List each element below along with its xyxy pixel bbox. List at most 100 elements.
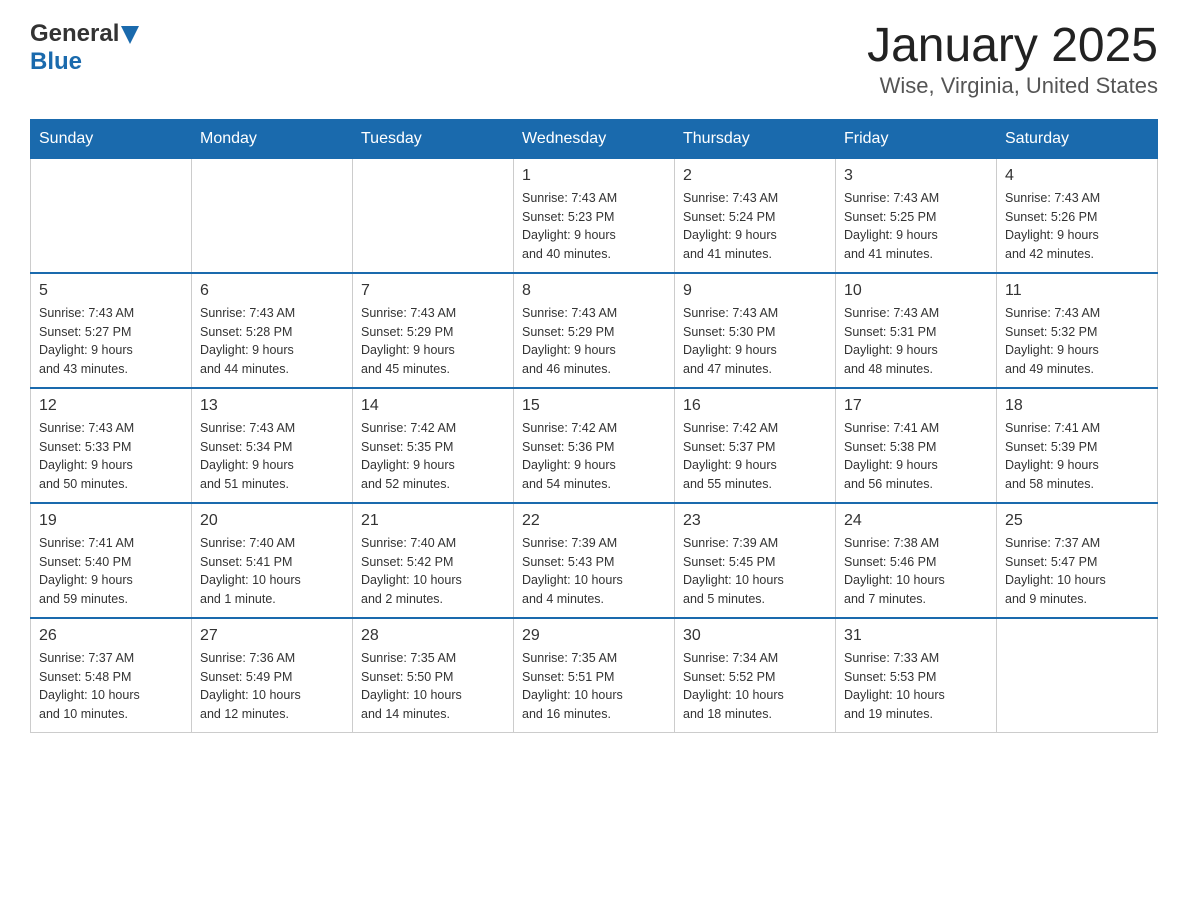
day-of-week-header: Tuesday bbox=[353, 119, 514, 158]
day-info: Sunrise: 7:39 AMSunset: 5:43 PMDaylight:… bbox=[522, 534, 666, 609]
calendar-header-row: SundayMondayTuesdayWednesdayThursdayFrid… bbox=[31, 119, 1158, 158]
day-info: Sunrise: 7:43 AMSunset: 5:32 PMDaylight:… bbox=[1005, 304, 1149, 379]
day-number: 7 bbox=[361, 282, 505, 300]
day-number: 28 bbox=[361, 627, 505, 645]
day-number: 12 bbox=[39, 397, 183, 415]
calendar-cell: 6Sunrise: 7:43 AMSunset: 5:28 PMDaylight… bbox=[192, 273, 353, 388]
calendar-cell: 12 Sunrise: 7:43 AMSunset: 5:33 PMDayligh… bbox=[31, 388, 192, 503]
day-info: Sunrise: 7:37 AMSunset: 5:48 PMDaylight:… bbox=[39, 649, 183, 724]
calendar-cell: 8Sunrise: 7:43 AMSunset: 5:29 PMDaylight… bbox=[514, 273, 675, 388]
day-number: 13 bbox=[200, 397, 344, 415]
calendar-cell: 16 Sunrise: 7:42 AMSunset: 5:37 PMDayligh… bbox=[675, 388, 836, 503]
calendar-cell: 28 Sunrise: 7:35 AMSunset: 5:50 PMDayligh… bbox=[353, 618, 514, 733]
day-of-week-header: Sunday bbox=[31, 119, 192, 158]
calendar-cell bbox=[353, 158, 514, 273]
calendar-cell: 21 Sunrise: 7:40 AMSunset: 5:42 PMDayligh… bbox=[353, 503, 514, 618]
calendar-cell: 1 Sunrise: 7:43 AMSunset: 5:23 PMDaylight… bbox=[514, 158, 675, 273]
calendar-cell bbox=[997, 618, 1158, 733]
day-number: 20 bbox=[200, 512, 344, 530]
calendar-cell: 19 Sunrise: 7:41 AMSunset: 5:40 PMDayligh… bbox=[31, 503, 192, 618]
calendar-week-row: 12 Sunrise: 7:43 AMSunset: 5:33 PMDayligh… bbox=[31, 388, 1158, 503]
calendar-cell bbox=[31, 158, 192, 273]
day-number: 16 bbox=[683, 397, 827, 415]
day-of-week-header: Thursday bbox=[675, 119, 836, 158]
day-of-week-header: Monday bbox=[192, 119, 353, 158]
day-number: 17 bbox=[844, 397, 988, 415]
calendar-week-row: 26Sunrise: 7:37 AMSunset: 5:48 PMDayligh… bbox=[31, 618, 1158, 733]
day-info: Sunrise: 7:43 AMSunset: 5:25 PMDaylight:… bbox=[844, 189, 988, 264]
day-info: Sunrise: 7:41 AMSunset: 5:40 PMDaylight:… bbox=[39, 534, 183, 609]
logo: General Blue bbox=[30, 20, 139, 76]
day-info: Sunrise: 7:43 AMSunset: 5:33 PMDaylight:… bbox=[39, 419, 183, 494]
calendar-week-row: 5Sunrise: 7:43 AMSunset: 5:27 PMDaylight… bbox=[31, 273, 1158, 388]
day-number: 4 bbox=[1005, 167, 1149, 185]
day-info: Sunrise: 7:35 AMSunset: 5:51 PMDaylight:… bbox=[522, 649, 666, 724]
day-number: 10 bbox=[844, 282, 988, 300]
day-number: 21 bbox=[361, 512, 505, 530]
calendar-cell: 26Sunrise: 7:37 AMSunset: 5:48 PMDayligh… bbox=[31, 618, 192, 733]
day-number: 27 bbox=[200, 627, 344, 645]
location-title: Wise, Virginia, United States bbox=[867, 73, 1158, 99]
day-number: 11 bbox=[1005, 282, 1149, 300]
calendar-cell: 29 Sunrise: 7:35 AMSunset: 5:51 PMDayligh… bbox=[514, 618, 675, 733]
day-number: 24 bbox=[844, 512, 988, 530]
calendar-cell: 24 Sunrise: 7:38 AMSunset: 5:46 PMDayligh… bbox=[836, 503, 997, 618]
day-info: Sunrise: 7:43 AMSunset: 5:28 PMDaylight:… bbox=[200, 304, 344, 379]
calendar-cell: 4 Sunrise: 7:43 AMSunset: 5:26 PMDaylight… bbox=[997, 158, 1158, 273]
calendar-cell: 25 Sunrise: 7:37 AMSunset: 5:47 PMDayligh… bbox=[997, 503, 1158, 618]
calendar-cell: 7 Sunrise: 7:43 AMSunset: 5:29 PMDaylight… bbox=[353, 273, 514, 388]
day-number: 19 bbox=[39, 512, 183, 530]
calendar-cell: 13 Sunrise: 7:43 AMSunset: 5:34 PMDayligh… bbox=[192, 388, 353, 503]
day-number: 23 bbox=[683, 512, 827, 530]
logo-blue-text: Blue bbox=[30, 48, 82, 75]
logo-general-text: General bbox=[30, 20, 119, 48]
day-info: Sunrise: 7:40 AMSunset: 5:42 PMDaylight:… bbox=[361, 534, 505, 609]
calendar-cell: 17 Sunrise: 7:41 AMSunset: 5:38 PMDayligh… bbox=[836, 388, 997, 503]
day-info: Sunrise: 7:42 AMSunset: 5:35 PMDaylight:… bbox=[361, 419, 505, 494]
day-of-week-header: Friday bbox=[836, 119, 997, 158]
day-number: 2 bbox=[683, 167, 827, 185]
calendar-cell: 23 Sunrise: 7:39 AMSunset: 5:45 PMDayligh… bbox=[675, 503, 836, 618]
day-info: Sunrise: 7:43 AMSunset: 5:29 PMDaylight:… bbox=[361, 304, 505, 379]
day-info: Sunrise: 7:42 AMSunset: 5:36 PMDaylight:… bbox=[522, 419, 666, 494]
day-info: Sunrise: 7:37 AMSunset: 5:47 PMDaylight:… bbox=[1005, 534, 1149, 609]
calendar-cell: 31 Sunrise: 7:33 AMSunset: 5:53 PMDayligh… bbox=[836, 618, 997, 733]
day-info: Sunrise: 7:43 AMSunset: 5:31 PMDaylight:… bbox=[844, 304, 988, 379]
day-info: Sunrise: 7:43 AMSunset: 5:27 PMDaylight:… bbox=[39, 304, 183, 379]
day-number: 25 bbox=[1005, 512, 1149, 530]
calendar-week-row: 1 Sunrise: 7:43 AMSunset: 5:23 PMDaylight… bbox=[31, 158, 1158, 273]
calendar-cell: 22 Sunrise: 7:39 AMSunset: 5:43 PMDayligh… bbox=[514, 503, 675, 618]
day-number: 30 bbox=[683, 627, 827, 645]
day-number: 31 bbox=[844, 627, 988, 645]
page-header: General Blue January 2025 Wise, Virginia… bbox=[30, 20, 1158, 99]
calendar-cell: 9 Sunrise: 7:43 AMSunset: 5:30 PMDaylight… bbox=[675, 273, 836, 388]
calendar-cell bbox=[192, 158, 353, 273]
calendar-cell: 18Sunrise: 7:41 AMSunset: 5:39 PMDayligh… bbox=[997, 388, 1158, 503]
day-of-week-header: Wednesday bbox=[514, 119, 675, 158]
calendar-cell: 14 Sunrise: 7:42 AMSunset: 5:35 PMDayligh… bbox=[353, 388, 514, 503]
day-number: 22 bbox=[522, 512, 666, 530]
day-number: 14 bbox=[361, 397, 505, 415]
day-info: Sunrise: 7:35 AMSunset: 5:50 PMDaylight:… bbox=[361, 649, 505, 724]
day-info: Sunrise: 7:39 AMSunset: 5:45 PMDaylight:… bbox=[683, 534, 827, 609]
title-area: January 2025 Wise, Virginia, United Stat… bbox=[867, 20, 1158, 99]
day-info: Sunrise: 7:43 AMSunset: 5:24 PMDaylight:… bbox=[683, 189, 827, 264]
day-info: Sunrise: 7:43 AMSunset: 5:30 PMDaylight:… bbox=[683, 304, 827, 379]
day-number: 3 bbox=[844, 167, 988, 185]
calendar-cell: 27Sunrise: 7:36 AMSunset: 5:49 PMDayligh… bbox=[192, 618, 353, 733]
calendar-cell: 2 Sunrise: 7:43 AMSunset: 5:24 PMDaylight… bbox=[675, 158, 836, 273]
day-number: 9 bbox=[683, 282, 827, 300]
calendar-cell: 5Sunrise: 7:43 AMSunset: 5:27 PMDaylight… bbox=[31, 273, 192, 388]
calendar-week-row: 19 Sunrise: 7:41 AMSunset: 5:40 PMDayligh… bbox=[31, 503, 1158, 618]
day-info: Sunrise: 7:43 AMSunset: 5:34 PMDaylight:… bbox=[200, 419, 344, 494]
day-info: Sunrise: 7:38 AMSunset: 5:46 PMDaylight:… bbox=[844, 534, 988, 609]
day-info: Sunrise: 7:43 AMSunset: 5:26 PMDaylight:… bbox=[1005, 189, 1149, 264]
day-number: 1 bbox=[522, 167, 666, 185]
day-number: 29 bbox=[522, 627, 666, 645]
day-info: Sunrise: 7:43 AMSunset: 5:23 PMDaylight:… bbox=[522, 189, 666, 264]
day-info: Sunrise: 7:42 AMSunset: 5:37 PMDaylight:… bbox=[683, 419, 827, 494]
calendar-cell: 10 Sunrise: 7:43 AMSunset: 5:31 PMDayligh… bbox=[836, 273, 997, 388]
calendar-table: SundayMondayTuesdayWednesdayThursdayFrid… bbox=[30, 119, 1158, 733]
day-info: Sunrise: 7:33 AMSunset: 5:53 PMDaylight:… bbox=[844, 649, 988, 724]
day-info: Sunrise: 7:41 AMSunset: 5:38 PMDaylight:… bbox=[844, 419, 988, 494]
